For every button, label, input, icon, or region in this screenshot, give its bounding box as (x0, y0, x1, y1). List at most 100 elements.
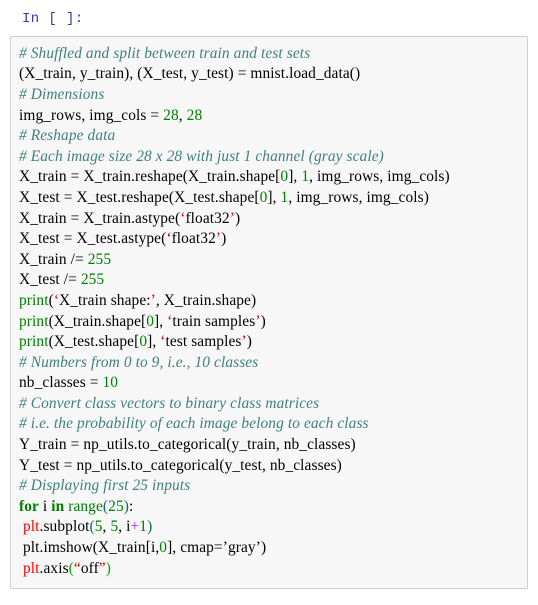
code-token: 0 (139, 333, 148, 351)
code-line: X_test /= 255 (19, 270, 519, 291)
code-token: ) (246, 333, 252, 351)
code-token: ) (105, 559, 111, 577)
code-token: : (128, 497, 134, 515)
code-token: ) (260, 312, 266, 330)
code-token: for (19, 497, 39, 515)
code-token: ], (147, 333, 161, 351)
code-token: i (38, 497, 52, 515)
code-token: 25 (108, 497, 124, 515)
code-token: , img_rows, img_cols) (288, 188, 429, 206)
code-token: print (19, 312, 49, 330)
code-token: X_train = X_train.astype( (19, 209, 181, 227)
code-token: plt (22, 559, 40, 577)
code-cell[interactable]: In [ ]: # Shuffled and split between tra… (0, 0, 538, 590)
code-token: # Each image size 28 x 28 with just 1 ch… (19, 147, 384, 165)
code-line: for i in range(25): (19, 497, 519, 518)
code-token: ], (288, 168, 302, 186)
code-line: X_test = X_test.astype(‘float32’) (19, 229, 519, 250)
code-token: img_rows, img_cols = (19, 106, 164, 124)
code-token: Y_test = np_utils.to_categorical(y_test,… (19, 456, 342, 474)
code-token: 0 (146, 312, 155, 330)
code-line: (X_train, y_train), (X_test, y_test) = m… (19, 64, 519, 85)
code-line: X_train /= 255 (19, 250, 519, 271)
code-token: 255 (87, 250, 112, 268)
code-token: range (68, 497, 103, 515)
code-token: 0 (159, 539, 168, 557)
code-token: ], (267, 188, 281, 206)
code-line: print(X_test.shape[0], ‘test samples’) (19, 332, 519, 353)
code-token: print (19, 333, 49, 351)
code-token: 1 (301, 168, 310, 186)
code-line: X_train = X_train.astype(‘float32’) (19, 209, 519, 230)
code-line: print(‘X_train shape:’, X_train.shape) (19, 291, 519, 312)
code-token: ” (98, 559, 106, 577)
code-token: ) (147, 518, 153, 536)
code-line: # Numbers from 0 to 9, i.e., 10 classes (19, 353, 519, 374)
code-token: 5 (94, 518, 103, 536)
code-token: (X_test.shape[ (48, 333, 140, 351)
code-line: Y_test = np_utils.to_categorical(y_test,… (19, 456, 519, 477)
code-token: ], cmap= (167, 539, 223, 557)
code-line: Y_train = np_utils.to_categorical(y_trai… (19, 435, 519, 456)
notebook-container: In [ ]: # Shuffled and split between tra… (0, 0, 538, 605)
code-token: X_test /= (19, 271, 81, 289)
code-token: plt.imshow(X_train[i, (19, 539, 160, 557)
code-token: # Numbers from 0 to 9, i.e., 10 classes (19, 353, 259, 371)
code-editor[interactable]: # Shuffled and split between train and t… (19, 44, 519, 579)
code-line: plt.imshow(X_train[i,0], cmap=’gray’) (19, 538, 519, 559)
code-line: plt.subplot(5, 5, i+1) (19, 517, 519, 538)
code-token: X_test = X_test.astype( (19, 230, 167, 248)
code-line: # Shuffled and split between train and t… (19, 44, 519, 65)
code-token: # Reshape data (19, 127, 116, 145)
code-line: plt.axis(“off”) (19, 559, 519, 580)
cell-input-area[interactable]: # Shuffled and split between train and t… (10, 35, 528, 590)
code-token: plt (22, 518, 40, 536)
code-line: # Reshape data (19, 126, 519, 147)
code-token: X_test = X_test.reshape(X_test.shape[ (19, 188, 260, 206)
code-line: # i.e. the probability of each image bel… (19, 414, 519, 435)
code-token: # Dimensions (19, 85, 105, 103)
code-token: # Displaying first 25 inputs (19, 477, 191, 495)
code-token: , img_rows, img_cols) (309, 168, 450, 186)
code-line: X_test = X_test.reshape(X_test.shape[0],… (19, 188, 519, 209)
code-token: 255 (80, 271, 105, 289)
code-token: 10 (102, 374, 119, 392)
code-token: float32 (171, 230, 216, 248)
code-token: X_train /= (19, 250, 88, 268)
code-token: X_train = X_train.reshape(X_train.shape[ (19, 168, 281, 186)
code-token: print (19, 291, 49, 309)
code-line: X_train = X_train.reshape(X_train.shape[… (19, 167, 519, 188)
code-token: ], (154, 312, 168, 330)
code-token: .axis (39, 559, 69, 577)
code-token: (X_train.shape[ (48, 312, 147, 330)
code-token: 1 (139, 518, 148, 536)
code-line: # Convert class vectors to binary class … (19, 394, 519, 415)
code-token: nb_classes = (19, 374, 103, 392)
code-token: off (80, 559, 99, 577)
code-line: img_rows, img_cols = 28, 28 (19, 106, 519, 127)
code-token: ) (221, 230, 227, 248)
code-token: , (178, 106, 187, 124)
code-token: # Convert class vectors to binary class … (19, 394, 320, 412)
code-line: # Dimensions (19, 85, 519, 106)
code-token: + (130, 518, 140, 536)
code-token: , i (118, 518, 131, 536)
code-token: # Shuffled and split between train and t… (19, 44, 311, 62)
code-line: nb_classes = 10 (19, 373, 519, 394)
code-token: train samples (172, 312, 256, 330)
code-token: test samples (165, 333, 242, 351)
code-token: X_train shape: (59, 291, 151, 309)
code-token: “ (73, 559, 81, 577)
code-token: Y_train = np_utils.to_categorical(y_trai… (19, 436, 356, 454)
code-line: print(X_train.shape[0], ‘train samples’) (19, 312, 519, 333)
code-token: in (51, 497, 65, 515)
code-token: 28 (186, 106, 203, 124)
code-token: , X_train.shape) (155, 291, 257, 309)
code-line: # Each image size 28 x 28 with just 1 ch… (19, 147, 519, 168)
code-token: ) (260, 539, 267, 557)
code-token: gray (227, 539, 256, 557)
code-token: ) (234, 209, 241, 227)
code-line: # Displaying first 25 inputs (19, 476, 519, 497)
cell-execution-prompt[interactable]: In [ ]: (10, 9, 528, 36)
code-token: 28 (163, 106, 179, 124)
